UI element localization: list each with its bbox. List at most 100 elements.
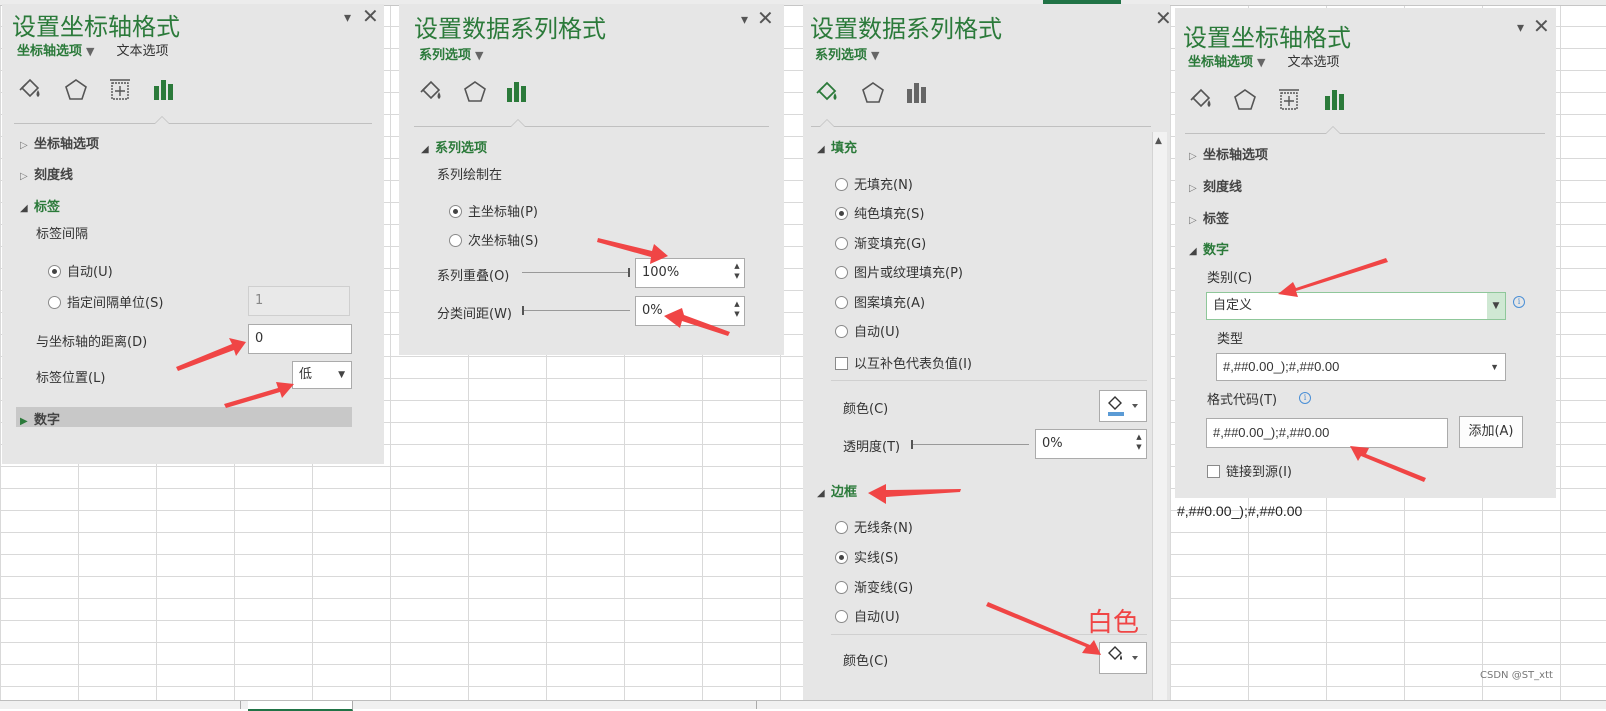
link-to-source-checkbox[interactable]: 链接到源(I): [1207, 461, 1292, 480]
radio-no-line[interactable]: 无线条(N): [835, 517, 913, 536]
radio-primary-axis[interactable]: 主坐标轴(P): [449, 201, 538, 220]
info-icon[interactable]: i: [1299, 392, 1311, 404]
close-icon[interactable]: ✕: [362, 4, 379, 28]
border-color-picker[interactable]: [1099, 642, 1147, 674]
cell-value[interactable]: #,##0.00_);#,##0.00: [1177, 503, 1302, 519]
tab-text-options[interactable]: 文本选项: [116, 44, 168, 59]
radio-secondary-axis[interactable]: 次坐标轴(S): [449, 230, 538, 249]
gap-width-input[interactable]: 0% ▲ ▼: [635, 296, 745, 326]
sheet-tab-active[interactable]: [248, 701, 353, 711]
section-number-bar: [16, 407, 352, 427]
radio-label: 实线(S): [854, 551, 899, 566]
spin-arrows-icon[interactable]: ▲ ▼: [732, 299, 742, 319]
label-interval-label: 标签间隔: [36, 227, 89, 242]
series-options-chart-icon[interactable]: [503, 78, 531, 106]
fill-line-icon[interactable]: [417, 78, 445, 106]
tab-text-options[interactable]: 文本选项: [1287, 55, 1339, 70]
section-fill[interactable]: ◢ 填充: [817, 137, 857, 156]
effects-pentagon-icon[interactable]: [62, 76, 90, 104]
radio-label: 指定间隔单位(S): [67, 296, 164, 311]
radio-specify-interval[interactable]: 指定间隔单位(S): [48, 292, 163, 311]
series-options-chart-icon[interactable]: [903, 79, 931, 107]
radio-dot: [835, 521, 848, 534]
scroll-up-arrow-icon[interactable]: ▲: [1155, 136, 1162, 146]
effects-pentagon-icon[interactable]: [461, 78, 489, 106]
section-labels[interactable]: ▷ 标签: [1189, 208, 1229, 227]
tab-series-options[interactable]: 系列选项 ▼: [815, 48, 879, 63]
slider-thumb[interactable]: [628, 268, 630, 277]
section-label: 数字: [34, 413, 61, 428]
section-label: 坐标轴选项: [1203, 148, 1269, 163]
pane-options-dropdown-icon[interactable]: ▾: [741, 12, 748, 28]
info-icon[interactable]: i: [1513, 296, 1525, 308]
radio-pattern-fill[interactable]: 图案填充(A): [835, 292, 925, 311]
divider: [831, 380, 1147, 381]
section-number[interactable]: ◢ 数字: [1189, 239, 1229, 258]
radio-dot: [449, 234, 462, 247]
format-code-input[interactable]: #,##0.00_);#,##0.00: [1206, 418, 1448, 448]
checkbox-box: [835, 357, 848, 370]
section-tick-marks[interactable]: ▷ 刻度线: [20, 164, 73, 183]
invert-if-negative-checkbox[interactable]: 以互补色代表负值(I): [835, 353, 972, 372]
radio-picture-fill[interactable]: 图片或纹理填充(P): [835, 262, 963, 281]
section-axis-options[interactable]: ▷ 坐标轴选项: [20, 133, 99, 152]
tab-label: 系列选项: [419, 48, 472, 63]
spinner-value: 0%: [642, 303, 663, 318]
gap-width-slider[interactable]: [522, 306, 630, 315]
section-series-options[interactable]: ◢ 系列选项: [421, 137, 487, 156]
radio-no-fill[interactable]: 无填充(N): [835, 174, 913, 193]
pane-options-dropdown-icon[interactable]: ▾: [1517, 20, 1524, 36]
icon-tab-divider: [1185, 133, 1545, 134]
section-border[interactable]: ◢ 边框: [817, 481, 857, 500]
effects-pentagon-icon[interactable]: [859, 79, 887, 107]
checkbox-box: [1207, 465, 1220, 478]
spin-arrows-icon[interactable]: ▲ ▼: [732, 261, 742, 281]
section-tick-marks[interactable]: ▷ 刻度线: [1189, 176, 1242, 195]
spin-arrows-icon[interactable]: ▲ ▼: [1134, 432, 1144, 452]
fill-line-icon[interactable]: [813, 79, 841, 107]
radio-auto-line[interactable]: 自动(U): [835, 606, 900, 625]
section-axis-options[interactable]: ▷ 坐标轴选项: [1189, 144, 1268, 163]
radio-solid-line[interactable]: 实线(S): [835, 547, 898, 566]
close-icon[interactable]: ✕: [757, 6, 774, 30]
size-properties-icon[interactable]: [1275, 86, 1303, 114]
close-icon[interactable]: ✕: [1155, 6, 1172, 30]
series-overlap-slider[interactable]: [522, 268, 630, 277]
radio-auto-interval[interactable]: 自动(U): [48, 261, 113, 280]
select-value: 自定义: [1213, 298, 1253, 313]
pane-options-dropdown-icon[interactable]: ▾: [344, 10, 351, 26]
section-labels[interactable]: ◢ 标签: [20, 196, 60, 215]
add-button[interactable]: 添加(A): [1459, 416, 1523, 448]
category-select[interactable]: 自定义 ▼: [1206, 292, 1506, 320]
axis-options-chart-icon[interactable]: [1321, 86, 1349, 114]
type-select[interactable]: #,##0.00_);#,##0.00 ▼: [1216, 353, 1506, 381]
tab-series-options[interactable]: 系列选项 ▼: [419, 48, 483, 63]
radio-dot: [835, 237, 848, 250]
slider-thumb[interactable]: [522, 306, 524, 315]
interval-unit-input[interactable]: 1: [248, 286, 350, 316]
effects-pentagon-icon[interactable]: [1231, 86, 1259, 114]
close-icon[interactable]: ✕: [1533, 14, 1550, 38]
size-properties-icon[interactable]: [106, 76, 134, 104]
radio-gradient-line[interactable]: 渐变线(G): [835, 577, 913, 596]
fill-color-picker[interactable]: [1099, 390, 1147, 422]
transparency-input[interactable]: 0% ▲ ▼: [1035, 429, 1147, 459]
chevron-down-icon: ▼: [86, 45, 95, 58]
tab-axis-options[interactable]: 坐标轴选项 ▼: [17, 44, 94, 59]
fill-line-icon[interactable]: [16, 76, 44, 104]
distance-from-axis-input[interactable]: 0: [248, 324, 352, 354]
label-position-select[interactable]: 低 ▼: [292, 361, 352, 389]
tab-axis-options[interactable]: 坐标轴选项 ▼: [1188, 55, 1265, 70]
axis-options-chart-icon[interactable]: [150, 76, 178, 104]
section-number[interactable]: ▶ 数字: [20, 409, 60, 428]
slider-thumb[interactable]: [911, 440, 913, 449]
radio-auto-fill[interactable]: 自动(U): [835, 321, 900, 340]
radio-label: 自动(U): [854, 325, 900, 340]
format-axis-pane-4: 设置坐标轴格式 ▾ ✕ 坐标轴选项 ▼ 文本选项 ▷ 坐标轴选项 ▷ 刻度线 ▷ 标签 ◢…: [1175, 8, 1556, 498]
series-overlap-input[interactable]: 100% ▲ ▼: [635, 258, 745, 288]
pane-scrollbar[interactable]: ▲: [1152, 132, 1167, 700]
radio-solid-fill[interactable]: 纯色填充(S): [835, 203, 924, 222]
transparency-slider[interactable]: [911, 440, 1029, 449]
fill-line-icon[interactable]: [1187, 86, 1215, 114]
radio-gradient-fill[interactable]: 渐变填充(G): [835, 233, 926, 252]
